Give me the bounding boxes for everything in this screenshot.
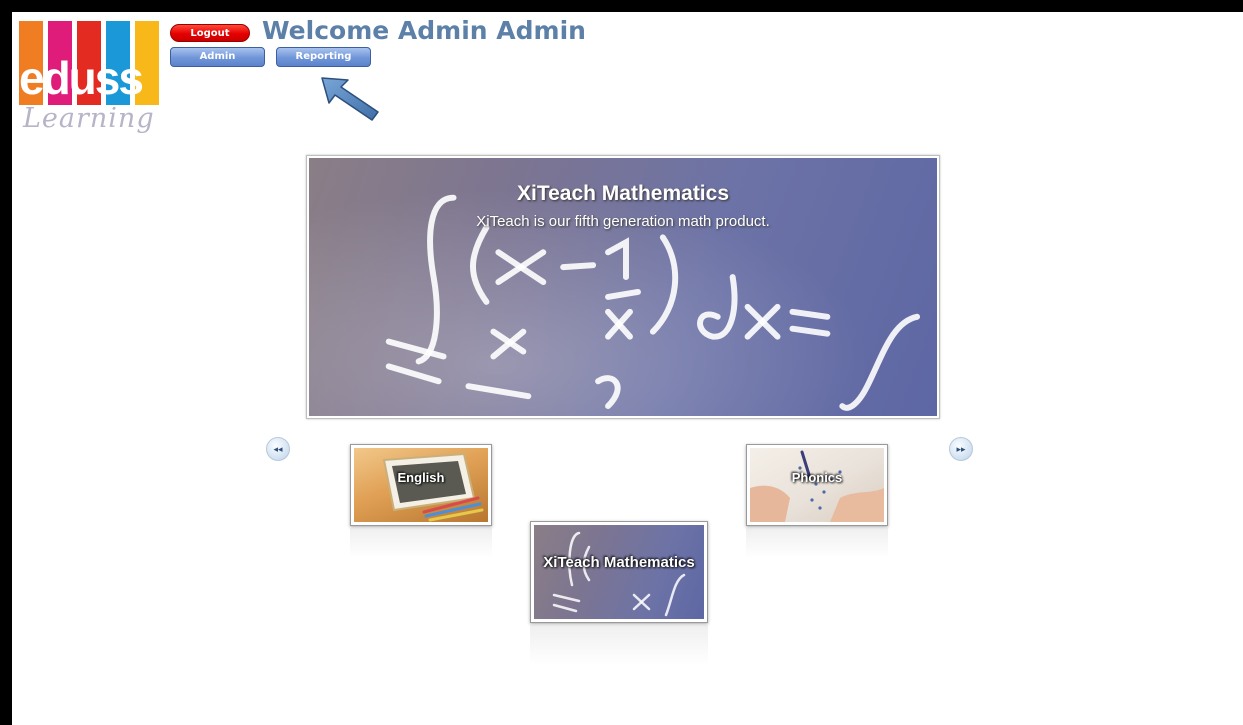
reporting-button[interactable]: Reporting	[276, 47, 371, 67]
xiteach-reflection	[530, 625, 708, 665]
banner-title: XiTeach Mathematics	[516, 182, 730, 205]
xiteach-chalk-art	[552, 531, 686, 617]
logo-word: eduss	[19, 52, 144, 104]
welcome-heading: Welcome Admin Admin	[262, 16, 586, 45]
logout-button[interactable]: Logout	[170, 24, 250, 42]
phonics-reflection	[746, 528, 888, 558]
logo-script: Learning	[23, 103, 155, 134]
featured-banner[interactable]: XiTeach Mathematics XiTeach is our fifth…	[306, 155, 940, 419]
fast-forward-icon: ▸▸	[956, 444, 966, 454]
chalkboard-math-image: XiTeach Mathematics XiTeach is our fifth…	[309, 158, 937, 416]
pointer-arrow-icon	[321, 77, 379, 121]
carousel-item-phonics[interactable]: Phonics	[746, 444, 888, 526]
carousel-next-button[interactable]: ▸▸	[949, 437, 973, 461]
admin-button[interactable]: Admin	[170, 47, 265, 67]
phonics-label: Phonics	[791, 470, 843, 485]
phonics-art	[750, 450, 884, 522]
slate-art	[382, 452, 484, 522]
carousel-item-xiteach-mathematics[interactable]: XiTeach Mathematics	[530, 521, 708, 623]
carousel-item-english[interactable]: English	[350, 444, 492, 526]
english-reflection	[350, 528, 492, 558]
english-slate-image: English	[354, 448, 488, 522]
english-label: English	[397, 470, 445, 485]
phonics-worksheet-image: Phonics	[750, 448, 884, 522]
eduss-learning-logo[interactable]: eduss Learning	[19, 21, 163, 134]
banner-subtitle: XiTeach is our fifth generation math pro…	[476, 213, 770, 230]
carousel-prev-button[interactable]: ◂◂	[266, 437, 290, 461]
xiteach-label: XiTeach Mathematics	[543, 554, 695, 571]
xiteach-chalkboard-image: XiTeach Mathematics	[534, 525, 704, 619]
page: eduss Learning Logout Admin Reporting We…	[12, 12, 1243, 725]
rewind-icon: ◂◂	[273, 444, 283, 454]
